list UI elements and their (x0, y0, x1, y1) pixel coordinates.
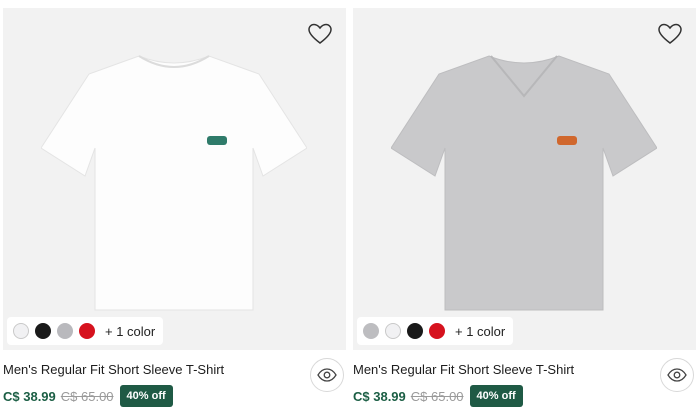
price-row: C$ 38.99 C$ 65.00 40% off (353, 385, 523, 407)
eye-icon (317, 368, 337, 382)
heart-icon[interactable] (307, 22, 333, 46)
original-price: C$ 65.00 (60, 388, 114, 404)
product-image[interactable]: + 1 color (3, 8, 346, 350)
crocodile-logo (207, 136, 227, 145)
color-swatch[interactable] (429, 323, 445, 339)
color-swatch[interactable] (57, 323, 73, 339)
product-title[interactable]: Men's Regular Fit Short Sleeve T-Shirt (3, 362, 224, 377)
color-swatch[interactable] (13, 323, 29, 339)
discount-badge: 40% off (119, 385, 173, 407)
product-card[interactable]: + 1 color Men's Regular Fit Short Sleeve… (3, 0, 346, 412)
color-swatches: + 1 color (7, 317, 164, 345)
color-swatch[interactable] (407, 323, 423, 339)
price-row: C$ 38.99 C$ 65.00 40% off (3, 385, 173, 407)
shirt-body (41, 55, 307, 311)
quick-view-button[interactable] (310, 358, 344, 392)
heart-icon[interactable] (657, 22, 683, 46)
tshirt-image (391, 55, 657, 311)
more-colors-label[interactable]: + 1 color (455, 324, 505, 339)
quick-view-button[interactable] (660, 358, 694, 392)
color-swatch[interactable] (35, 323, 51, 339)
discount-badge: 40% off (469, 385, 523, 407)
color-swatches: + 1 color (357, 317, 514, 345)
sale-price: C$ 38.99 (3, 388, 56, 404)
sale-price: C$ 38.99 (353, 388, 406, 404)
color-swatch[interactable] (79, 323, 95, 339)
color-swatch[interactable] (363, 323, 379, 339)
original-price: C$ 65.00 (410, 388, 464, 404)
color-swatch[interactable] (385, 323, 401, 339)
eye-icon (667, 368, 687, 382)
tshirt-image (41, 55, 307, 311)
shirt-body (391, 55, 657, 311)
product-card[interactable]: + 1 color Men's Regular Fit Short Sleeve… (353, 0, 696, 412)
more-colors-label[interactable]: + 1 color (105, 324, 155, 339)
product-image[interactable]: + 1 color (353, 8, 696, 350)
crocodile-logo (557, 136, 577, 145)
product-title[interactable]: Men's Regular Fit Short Sleeve T-Shirt (353, 362, 574, 377)
